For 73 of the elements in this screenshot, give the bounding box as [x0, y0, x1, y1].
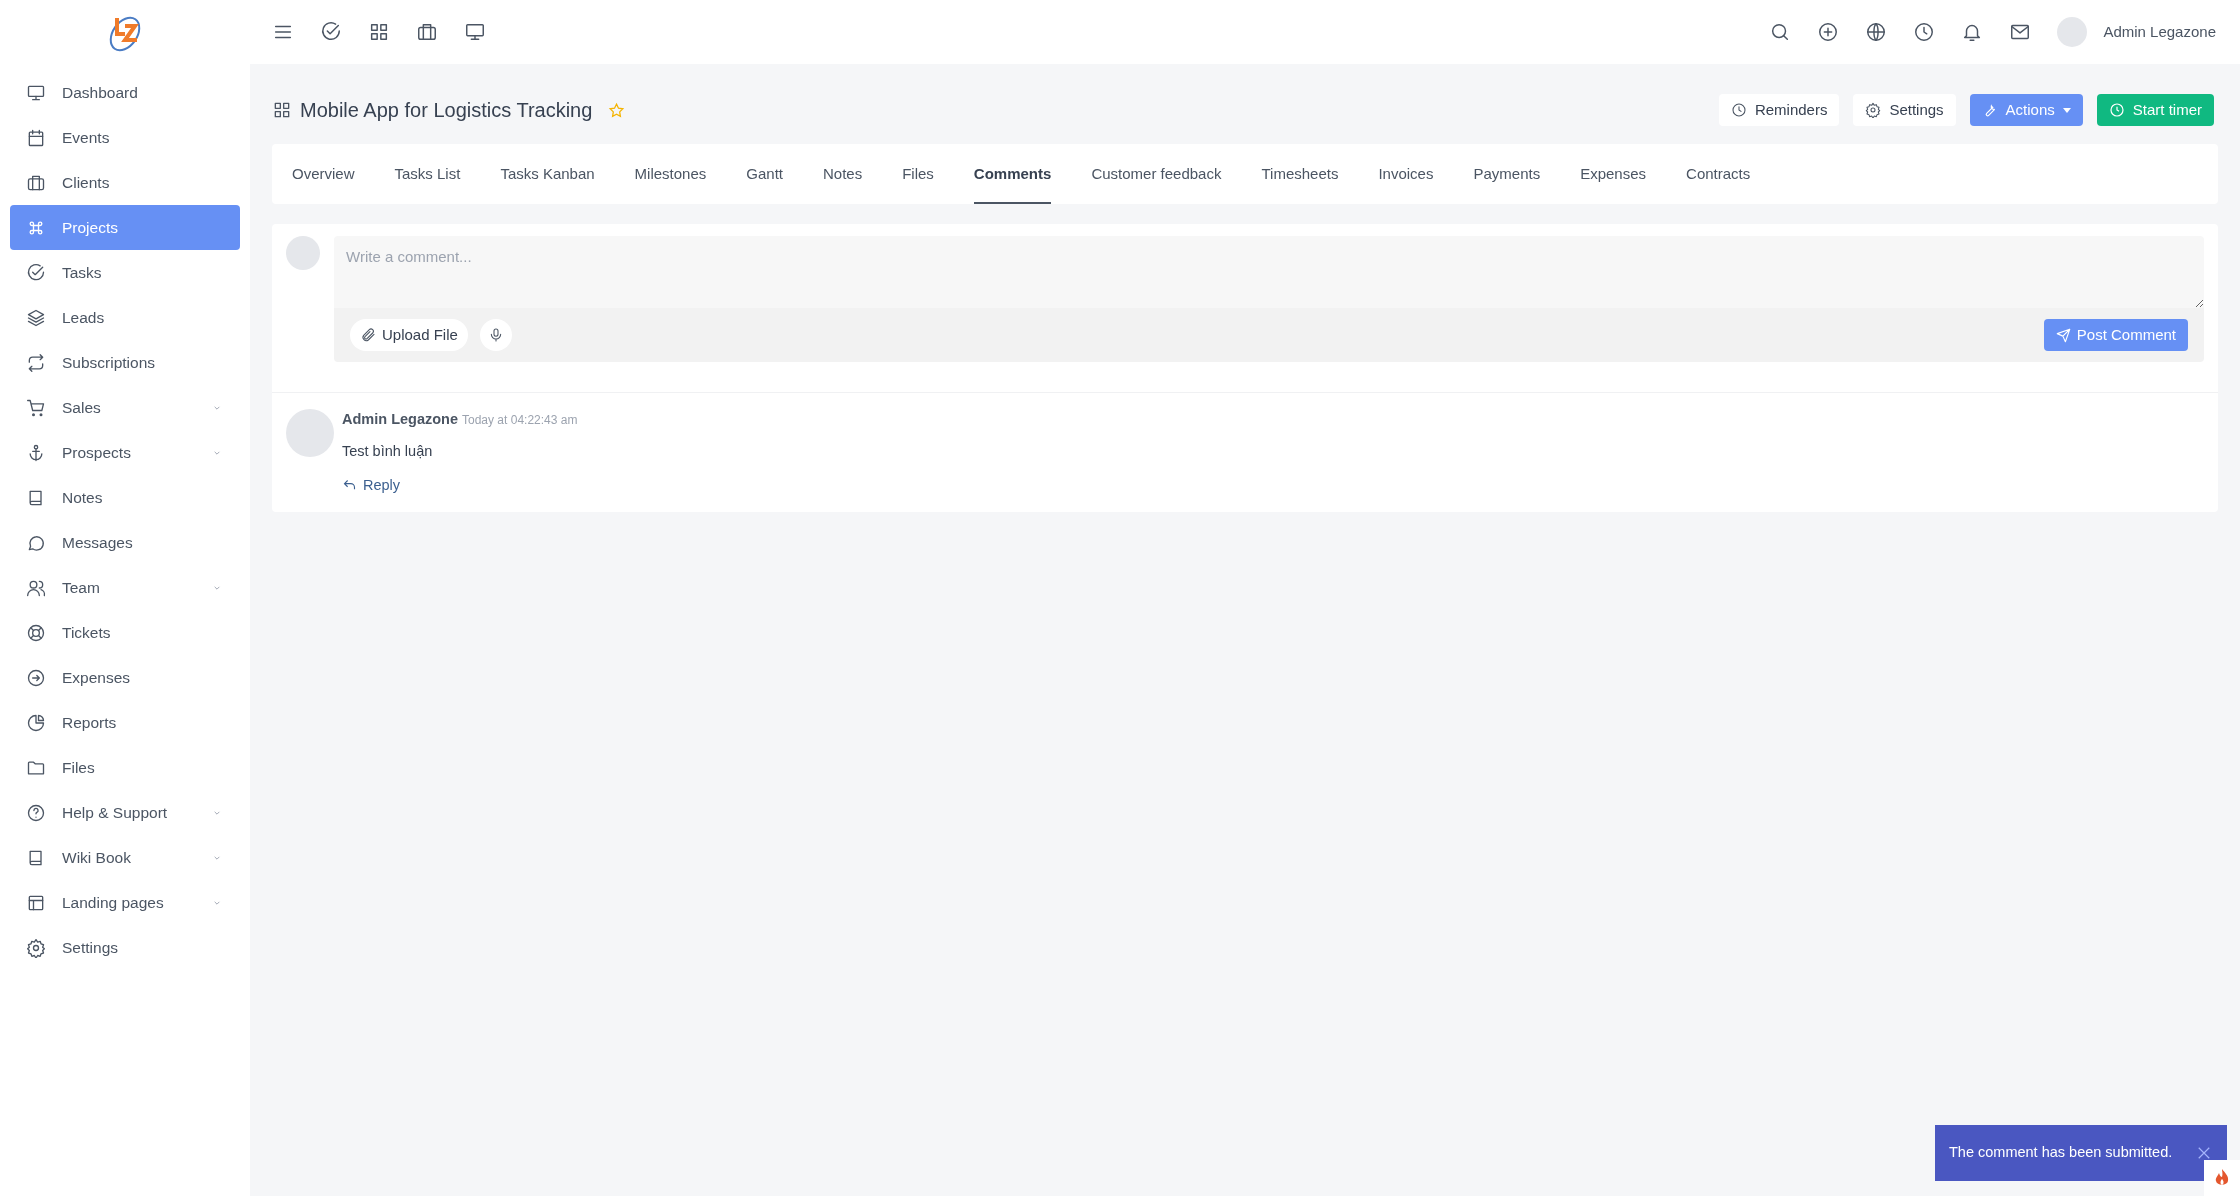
sidebar-item[interactable]: Messages	[10, 520, 240, 565]
send-icon	[2055, 327, 2071, 343]
tab[interactable]: Tasks List	[394, 144, 461, 204]
tab[interactable]: Files	[902, 144, 934, 204]
flame-icon[interactable]	[2204, 1160, 2240, 1196]
calendar-icon	[26, 127, 46, 148]
plus-circle-icon[interactable]	[1817, 21, 1840, 43]
reply-link[interactable]: Reply	[342, 474, 578, 497]
monitor-icon[interactable]	[464, 21, 486, 43]
tab[interactable]: Invoices	[1378, 144, 1434, 204]
sidebar-item[interactable]: Reports	[10, 700, 240, 745]
check-circle-icon	[26, 262, 46, 283]
sidebar-item[interactable]: Team	[10, 565, 240, 610]
sidebar-item[interactable]: Wiki Book	[10, 835, 240, 880]
tab[interactable]: Milestones	[634, 144, 707, 204]
sidebar-item[interactable]: Subscriptions	[10, 340, 240, 385]
clock-icon[interactable]	[1913, 21, 1936, 43]
clock-icon	[2108, 102, 2125, 118]
avatar	[286, 236, 320, 270]
sidebar-item[interactable]: Tickets	[10, 610, 240, 655]
sidebar-item[interactable]: Clients	[10, 160, 240, 205]
comment-text: Test bình luận	[342, 441, 434, 461]
tab[interactable]: Payments	[1473, 144, 1541, 204]
sidebar-item[interactable]: Dashboard	[10, 70, 240, 115]
sidebar-item[interactable]: Sales	[10, 385, 240, 430]
sidebar-item[interactable]: Files	[10, 745, 240, 790]
sidebar-item[interactable]: Leads	[10, 295, 240, 340]
layers-icon	[26, 307, 46, 328]
globe-icon[interactable]	[1865, 21, 1888, 43]
tab[interactable]: Comments	[973, 144, 1052, 204]
tab[interactable]: Customer feedback	[1091, 144, 1222, 204]
check-circle-icon[interactable]	[320, 21, 342, 43]
reminders-button[interactable]: Reminders	[1718, 94, 1840, 126]
sidebar-item[interactable]: Expenses	[10, 655, 240, 700]
help-icon	[26, 802, 46, 823]
sidebar-item[interactable]: Prospects	[10, 430, 240, 475]
sidebar-item[interactable]: Tasks	[10, 250, 240, 295]
tab[interactable]: Overview	[292, 144, 355, 204]
upload-file-button[interactable]: Upload File	[350, 319, 468, 351]
clock-icon	[1730, 102, 1747, 118]
tab[interactable]: Expenses	[1580, 144, 1647, 204]
tab[interactable]: Tasks Kanban	[500, 144, 595, 204]
avatar	[286, 409, 334, 457]
paperclip-icon	[360, 327, 376, 343]
settings-icon	[1865, 102, 1882, 118]
tab[interactable]: Contracts	[1686, 144, 1751, 204]
tab[interactable]: Notes	[823, 144, 863, 204]
grid-icon	[272, 100, 292, 120]
user-name[interactable]: Admin Legazone	[2103, 20, 2216, 44]
grid-icon[interactable]	[368, 21, 390, 43]
sidebar-item[interactable]: Events	[10, 115, 240, 160]
caret-icon	[2062, 107, 2071, 113]
repeat-icon	[26, 352, 46, 373]
comment-input[interactable]: Write a comment...	[334, 236, 2204, 308]
cart-icon	[26, 397, 46, 418]
comment-author: Admin Legazone	[342, 410, 458, 429]
lifebuoy-icon	[26, 622, 46, 643]
sidebar-item[interactable]: Landing pages	[10, 880, 240, 925]
briefcase-icon[interactable]	[416, 21, 438, 43]
tab[interactable]: Gantt	[746, 144, 783, 204]
comment-time: Today at 04:22:43 am	[462, 412, 578, 429]
project-title: Mobile App for Logistics Tracking	[300, 98, 593, 123]
star-icon[interactable]	[608, 101, 626, 119]
sidebar-item[interactable]: Settings	[10, 925, 240, 970]
settings-icon	[26, 937, 46, 958]
toast-message: The comment has been submitted.	[1949, 1143, 2174, 1163]
settings-button[interactable]: Settings	[1853, 94, 1956, 126]
sidebar-item[interactable]: Help & Support	[10, 790, 240, 835]
microphone-button[interactable]	[479, 319, 512, 351]
pie-chart-icon	[26, 712, 46, 733]
sidebar-item[interactable]: Notes	[10, 475, 240, 520]
arrow-circle-icon	[26, 667, 46, 688]
tab[interactable]: Timesheets	[1261, 144, 1339, 204]
